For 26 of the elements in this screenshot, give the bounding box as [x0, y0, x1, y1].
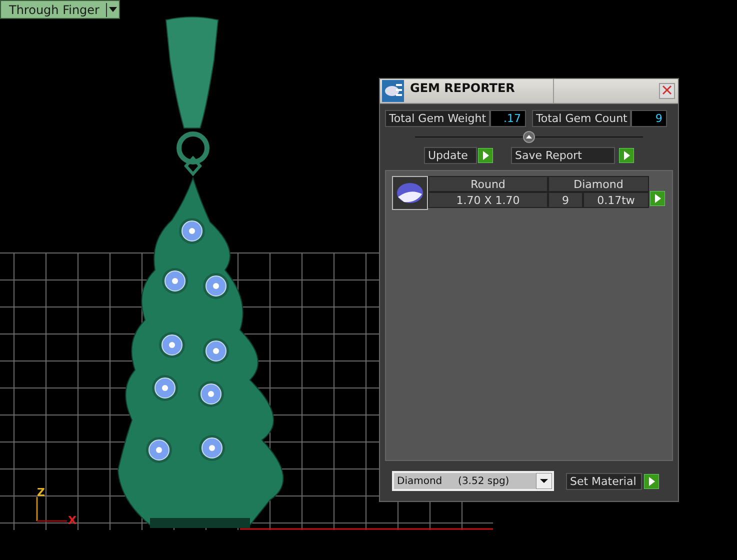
view-mode-dropdown[interactable]: Through Finger	[0, 0, 120, 19]
total-count-label: Total Gem Count	[532, 110, 632, 127]
play-arrow-icon	[644, 474, 659, 488]
total-count-value: 9	[631, 110, 668, 127]
gem-icon	[396, 182, 424, 204]
close-button[interactable]	[659, 83, 675, 99]
z-axis-label: Z	[37, 486, 45, 499]
play-arrow-icon	[478, 148, 493, 163]
x-axis-label: X	[68, 514, 76, 527]
gem-thumbnail[interactable]	[392, 176, 428, 210]
gem-count-cell: 9	[548, 192, 583, 208]
panel-title: GEM REPORTER	[404, 79, 554, 103]
total-weight-label: Total Gem Weight	[385, 110, 490, 127]
gem-material-cell: Diamond	[548, 176, 649, 192]
close-icon	[662, 84, 672, 94]
gem-weight-cell: 0.17tw	[583, 192, 649, 208]
play-arrow-icon	[650, 191, 665, 206]
gem-shape-cell: Round	[428, 176, 548, 192]
gem-size-cell: 1.70 X 1.70	[428, 192, 548, 208]
material-dropdown[interactable]: Diamond (3.52 spg)	[392, 471, 554, 491]
axis-drawing	[36, 497, 67, 522]
caret-icon	[536, 473, 552, 489]
caret-icon	[108, 7, 116, 12]
total-weight-value: .17	[490, 110, 526, 127]
play-arrow-icon	[619, 148, 634, 163]
report-icon	[382, 80, 404, 102]
